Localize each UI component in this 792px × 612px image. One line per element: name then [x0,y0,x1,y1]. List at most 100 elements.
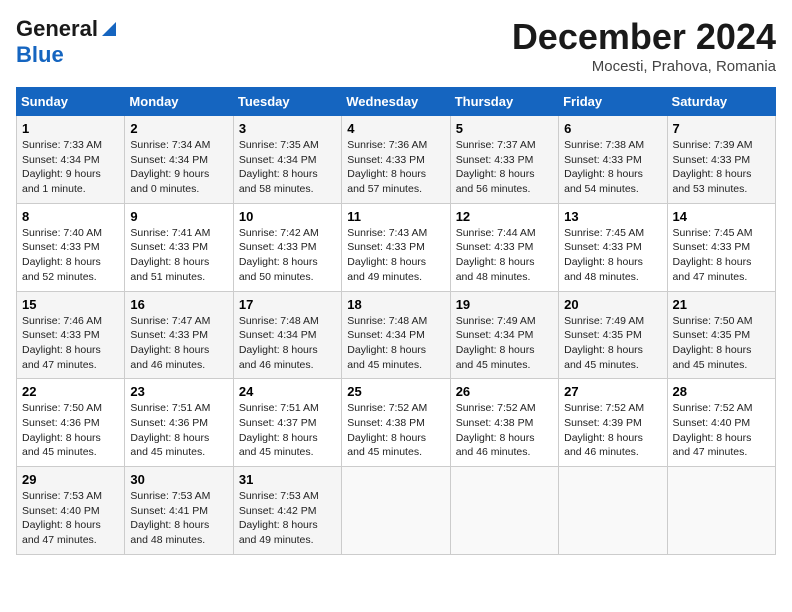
calendar-cell: 10 Sunrise: 7:42 AMSunset: 4:33 PMDaylig… [233,203,341,291]
day-number: 2 [130,121,227,136]
weekday-header-friday: Friday [559,88,667,116]
calendar-cell: 28 Sunrise: 7:52 AMSunset: 4:40 PMDaylig… [667,379,775,467]
day-number: 21 [673,297,770,312]
weekday-header-wednesday: Wednesday [342,88,450,116]
day-info: Sunrise: 7:35 AMSunset: 4:34 PMDaylight:… [239,139,319,195]
day-info: Sunrise: 7:34 AMSunset: 4:34 PMDaylight:… [130,139,210,195]
calendar-cell: 2 Sunrise: 7:34 AMSunset: 4:34 PMDayligh… [125,116,233,204]
calendar-cell [450,467,558,555]
day-number: 9 [130,209,227,224]
calendar-cell: 7 Sunrise: 7:39 AMSunset: 4:33 PMDayligh… [667,116,775,204]
day-number: 31 [239,472,336,487]
day-number: 29 [22,472,119,487]
day-info: Sunrise: 7:42 AMSunset: 4:33 PMDaylight:… [239,227,319,283]
calendar-cell: 8 Sunrise: 7:40 AMSunset: 4:33 PMDayligh… [17,203,125,291]
page-header: General Blue December 2024 Mocesti, Prah… [16,16,776,75]
day-info: Sunrise: 7:40 AMSunset: 4:33 PMDaylight:… [22,227,102,283]
day-number: 13 [564,209,661,224]
day-info: Sunrise: 7:52 AMSunset: 4:40 PMDaylight:… [673,402,753,458]
day-number: 30 [130,472,227,487]
weekday-header-tuesday: Tuesday [233,88,341,116]
logo-triangle-icon [100,20,118,38]
location-title: Mocesti, Prahova, Romania [512,58,776,75]
day-info: Sunrise: 7:44 AMSunset: 4:33 PMDaylight:… [456,227,536,283]
calendar-cell: 1 Sunrise: 7:33 AMSunset: 4:34 PMDayligh… [17,116,125,204]
weekday-header-monday: Monday [125,88,233,116]
calendar-table: SundayMondayTuesdayWednesdayThursdayFrid… [16,87,776,555]
logo: General Blue [16,16,118,68]
day-number: 5 [456,121,553,136]
month-title: December 2024 [512,16,776,58]
day-number: 19 [456,297,553,312]
day-number: 17 [239,297,336,312]
day-number: 20 [564,297,661,312]
day-number: 6 [564,121,661,136]
calendar-cell: 25 Sunrise: 7:52 AMSunset: 4:38 PMDaylig… [342,379,450,467]
day-info: Sunrise: 7:49 AMSunset: 4:34 PMDaylight:… [456,315,536,371]
day-info: Sunrise: 7:39 AMSunset: 4:33 PMDaylight:… [673,139,753,195]
day-number: 3 [239,121,336,136]
day-number: 11 [347,209,444,224]
day-number: 26 [456,384,553,399]
day-info: Sunrise: 7:49 AMSunset: 4:35 PMDaylight:… [564,315,644,371]
calendar-cell: 21 Sunrise: 7:50 AMSunset: 4:35 PMDaylig… [667,291,775,379]
day-number: 25 [347,384,444,399]
calendar-cell: 30 Sunrise: 7:53 AMSunset: 4:41 PMDaylig… [125,467,233,555]
weekday-header-saturday: Saturday [667,88,775,116]
day-number: 4 [347,121,444,136]
calendar-cell: 15 Sunrise: 7:46 AMSunset: 4:33 PMDaylig… [17,291,125,379]
calendar-cell: 16 Sunrise: 7:47 AMSunset: 4:33 PMDaylig… [125,291,233,379]
logo-blue-text: Blue [16,42,64,67]
calendar-cell: 18 Sunrise: 7:48 AMSunset: 4:34 PMDaylig… [342,291,450,379]
day-number: 18 [347,297,444,312]
calendar-cell: 26 Sunrise: 7:52 AMSunset: 4:38 PMDaylig… [450,379,558,467]
calendar-cell: 23 Sunrise: 7:51 AMSunset: 4:36 PMDaylig… [125,379,233,467]
calendar-cell: 12 Sunrise: 7:44 AMSunset: 4:33 PMDaylig… [450,203,558,291]
calendar-cell: 4 Sunrise: 7:36 AMSunset: 4:33 PMDayligh… [342,116,450,204]
calendar-cell: 9 Sunrise: 7:41 AMSunset: 4:33 PMDayligh… [125,203,233,291]
day-info: Sunrise: 7:53 AMSunset: 4:41 PMDaylight:… [130,490,210,546]
day-info: Sunrise: 7:52 AMSunset: 4:39 PMDaylight:… [564,402,644,458]
calendar-cell: 27 Sunrise: 7:52 AMSunset: 4:39 PMDaylig… [559,379,667,467]
day-number: 10 [239,209,336,224]
day-number: 12 [456,209,553,224]
day-number: 22 [22,384,119,399]
calendar-cell [559,467,667,555]
calendar-cell: 11 Sunrise: 7:43 AMSunset: 4:33 PMDaylig… [342,203,450,291]
day-number: 23 [130,384,227,399]
calendar-cell [667,467,775,555]
day-info: Sunrise: 7:52 AMSunset: 4:38 PMDaylight:… [456,402,536,458]
calendar-cell [342,467,450,555]
weekday-header-thursday: Thursday [450,88,558,116]
day-info: Sunrise: 7:52 AMSunset: 4:38 PMDaylight:… [347,402,427,458]
day-info: Sunrise: 7:53 AMSunset: 4:42 PMDaylight:… [239,490,319,546]
day-info: Sunrise: 7:51 AMSunset: 4:37 PMDaylight:… [239,402,319,458]
calendar-cell: 19 Sunrise: 7:49 AMSunset: 4:34 PMDaylig… [450,291,558,379]
day-info: Sunrise: 7:48 AMSunset: 4:34 PMDaylight:… [239,315,319,371]
day-info: Sunrise: 7:37 AMSunset: 4:33 PMDaylight:… [456,139,536,195]
day-info: Sunrise: 7:36 AMSunset: 4:33 PMDaylight:… [347,139,427,195]
day-number: 7 [673,121,770,136]
calendar-cell: 24 Sunrise: 7:51 AMSunset: 4:37 PMDaylig… [233,379,341,467]
weekday-header-sunday: Sunday [17,88,125,116]
day-info: Sunrise: 7:50 AMSunset: 4:36 PMDaylight:… [22,402,102,458]
day-number: 16 [130,297,227,312]
day-info: Sunrise: 7:53 AMSunset: 4:40 PMDaylight:… [22,490,102,546]
day-number: 14 [673,209,770,224]
title-block: December 2024 Mocesti, Prahova, Romania [512,16,776,75]
day-info: Sunrise: 7:47 AMSunset: 4:33 PMDaylight:… [130,315,210,371]
calendar-cell: 29 Sunrise: 7:53 AMSunset: 4:40 PMDaylig… [17,467,125,555]
calendar-cell: 14 Sunrise: 7:45 AMSunset: 4:33 PMDaylig… [667,203,775,291]
day-number: 1 [22,121,119,136]
day-number: 8 [22,209,119,224]
day-info: Sunrise: 7:51 AMSunset: 4:36 PMDaylight:… [130,402,210,458]
calendar-cell: 20 Sunrise: 7:49 AMSunset: 4:35 PMDaylig… [559,291,667,379]
day-info: Sunrise: 7:45 AMSunset: 4:33 PMDaylight:… [673,227,753,283]
calendar-cell: 3 Sunrise: 7:35 AMSunset: 4:34 PMDayligh… [233,116,341,204]
logo-text: General [16,16,98,42]
day-info: Sunrise: 7:33 AMSunset: 4:34 PMDaylight:… [22,139,102,195]
day-number: 24 [239,384,336,399]
day-number: 27 [564,384,661,399]
calendar-cell: 31 Sunrise: 7:53 AMSunset: 4:42 PMDaylig… [233,467,341,555]
day-info: Sunrise: 7:41 AMSunset: 4:33 PMDaylight:… [130,227,210,283]
